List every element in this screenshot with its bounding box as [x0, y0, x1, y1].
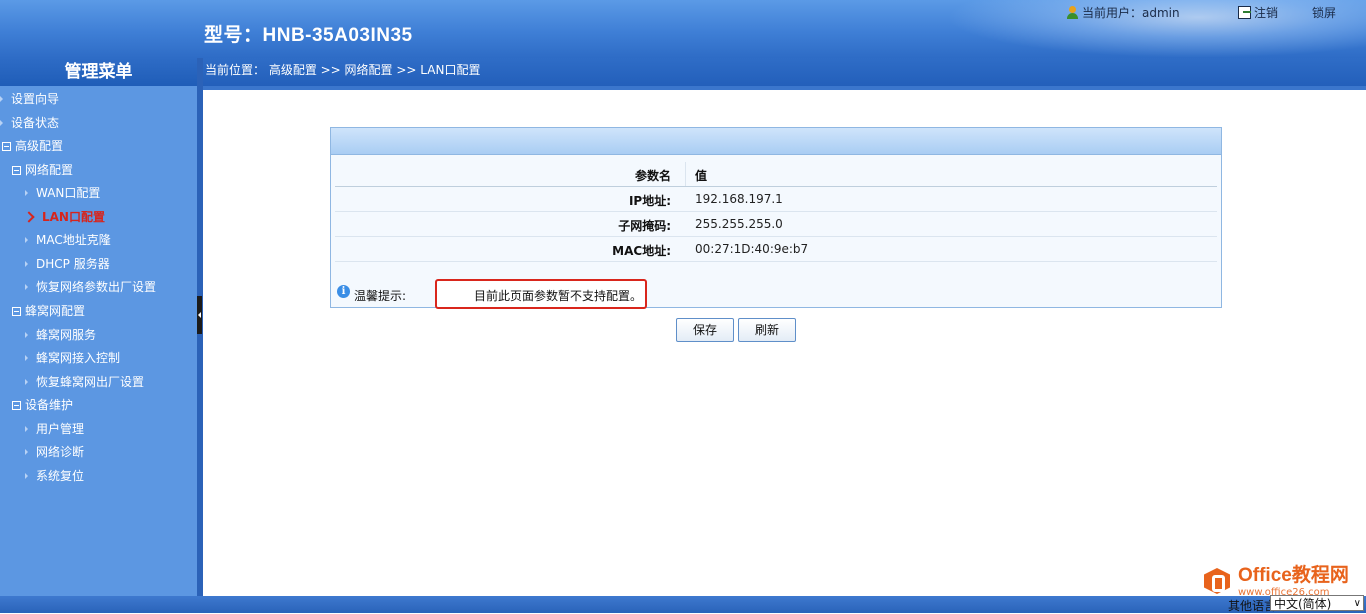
collapse-icon [12, 165, 21, 175]
sidebar-item[interactable]: MAC地址克隆 [25, 229, 111, 251]
param-name: IP地址: [628, 194, 671, 208]
arrow-right-icon [25, 473, 28, 479]
watermark-title: Office教程网 [1238, 564, 1349, 586]
sidebar-item-label: 设备维护 [25, 398, 74, 412]
user-icon [1066, 5, 1079, 20]
info-icon: i [337, 285, 350, 298]
sidebar-item-label: LAN口配置 [42, 210, 105, 224]
logout-label: 注销 [1254, 6, 1279, 20]
sidebar-item-label: MAC地址克隆 [36, 233, 111, 247]
column-header-value: 值 [695, 169, 708, 183]
sidebar-item-label: 蜂窝网配置 [25, 304, 86, 318]
sidebar-item-label: WAN口配置 [36, 186, 101, 200]
sidebar-item-label: DHCP 服务器 [36, 257, 110, 271]
logout-link[interactable]: 注销 [1238, 4, 1278, 21]
sidebar-item[interactable]: 设备状态 [0, 112, 59, 134]
sidebar-item-label: 用户管理 [36, 422, 85, 436]
arrow-right-icon [25, 449, 28, 455]
param-name: 子网掩码: [618, 219, 671, 233]
sidebar-item[interactable]: 网络诊断 [25, 441, 84, 463]
sidebar-item-label: 恢复网络参数出厂设置 [36, 280, 157, 294]
arrow-right-icon [25, 379, 28, 385]
column-divider [685, 162, 686, 186]
lan-config-panel: 参数名 值 IP地址: 192.168.197.1 子网掩码: 255.255.… [330, 127, 1222, 309]
table-row: MAC地址: 00:27:1D:40:9e:b7 [335, 237, 1217, 262]
watermark-subtitle: www.office26.com [1238, 586, 1330, 598]
sidebar-item[interactable]: 恢复蜂窝网出厂设置 [25, 371, 144, 393]
arrow-right-icon [25, 261, 28, 267]
sidebar-title: 管理菜单 [0, 58, 197, 86]
sidebar-item[interactable]: 设备维护 [12, 394, 73, 416]
collapse-icon [12, 400, 21, 410]
sidebar-item-label: 设置向导 [11, 92, 60, 106]
hint-message-box: 目前此页面参数暂不支持配置。 [435, 279, 647, 309]
content-top-border [203, 86, 1366, 90]
breadcrumb: 当前位置： 高级配置 >> 网络配置 >> LAN口配置 [205, 63, 481, 77]
sidebar-item[interactable]: 恢复网络参数出厂设置 [25, 276, 156, 298]
save-button[interactable]: 保存 [676, 318, 734, 342]
language-label: 其他语言 [1228, 599, 1277, 613]
watermark: Office教程网 www.office26.com [1200, 564, 1349, 598]
sidebar-item[interactable]: LAN口配置 [23, 206, 105, 228]
param-value: 00:27:1D:40:9e:b7 [695, 242, 809, 256]
sidebar-item[interactable]: 用户管理 [25, 418, 84, 440]
sidebar-item[interactable]: DHCP 服务器 [25, 253, 110, 275]
model-title: 型号：HNB-35A03IN35 [204, 25, 413, 46]
arrow-right-icon [25, 332, 28, 338]
hint-message: 目前此页面参数暂不支持配置。 [474, 289, 643, 303]
hint-label: 温馨提示: [354, 289, 407, 303]
sidebar-item[interactable]: 高级配置 [2, 135, 63, 157]
table-row: IP地址: 192.168.197.1 [335, 187, 1217, 212]
sidebar-item[interactable]: 蜂窝网配置 [12, 300, 85, 322]
sidebar-item[interactable]: 蜂窝网服务 [25, 324, 96, 346]
current-user: 当前用户：admin [1066, 4, 1180, 21]
sidebar-item[interactable]: 网络配置 [12, 159, 73, 181]
office-logo-icon [1200, 564, 1234, 598]
sidebar-item-label: 蜂窝网服务 [36, 328, 97, 342]
param-name: MAC地址: [612, 244, 671, 258]
sidebar-item-label: 网络配置 [25, 163, 74, 177]
collapse-icon [12, 306, 21, 316]
sidebar-item-label: 系统复位 [36, 469, 85, 483]
table-header-row: 参数名 值 [335, 162, 1217, 187]
sidebar-item-label: 高级配置 [15, 139, 64, 153]
panel-header [331, 128, 1221, 155]
arrow-right-icon [25, 284, 28, 290]
arrow-right-icon [0, 120, 3, 126]
logout-icon [1238, 6, 1251, 19]
sidebar-item-label: 设备状态 [11, 116, 60, 130]
param-value: 255.255.255.0 [695, 217, 783, 231]
sidebar-item[interactable]: 设置向导 [0, 88, 59, 110]
collapse-icon [2, 141, 11, 151]
sidebar-item-label: 恢复蜂窝网出厂设置 [36, 375, 145, 389]
arrow-right-icon [25, 190, 28, 196]
sidebar-item-label: 蜂窝网接入控制 [36, 351, 121, 365]
collapse-sidebar-handle[interactable] [197, 296, 202, 334]
refresh-button[interactable]: 刷新 [738, 318, 796, 342]
arrow-right-icon [0, 96, 3, 102]
sidebar-item[interactable]: 蜂窝网接入控制 [25, 347, 120, 369]
param-value: 192.168.197.1 [695, 192, 783, 206]
footer-bar [0, 596, 1366, 613]
column-header-name: 参数名 [634, 169, 671, 183]
sidebar-item[interactable]: WAN口配置 [25, 182, 100, 204]
sidebar-item[interactable]: 系统复位 [25, 465, 84, 487]
current-user-label: 当前用户：admin [1082, 6, 1180, 20]
hint-row: i 温馨提示: 目前此页面参数暂不支持配置。 [335, 279, 1217, 309]
table-row: 子网掩码: 255.255.255.0 [335, 212, 1217, 237]
arrow-right-icon [25, 237, 28, 243]
lock-screen-link[interactable]: 锁屏 [1312, 4, 1336, 21]
arrow-right-icon [25, 426, 28, 432]
sidebar-item-label: 网络诊断 [36, 445, 85, 459]
arrow-right-icon [25, 355, 28, 361]
watermark-text: Office教程网 www.office26.com [1238, 565, 1349, 598]
